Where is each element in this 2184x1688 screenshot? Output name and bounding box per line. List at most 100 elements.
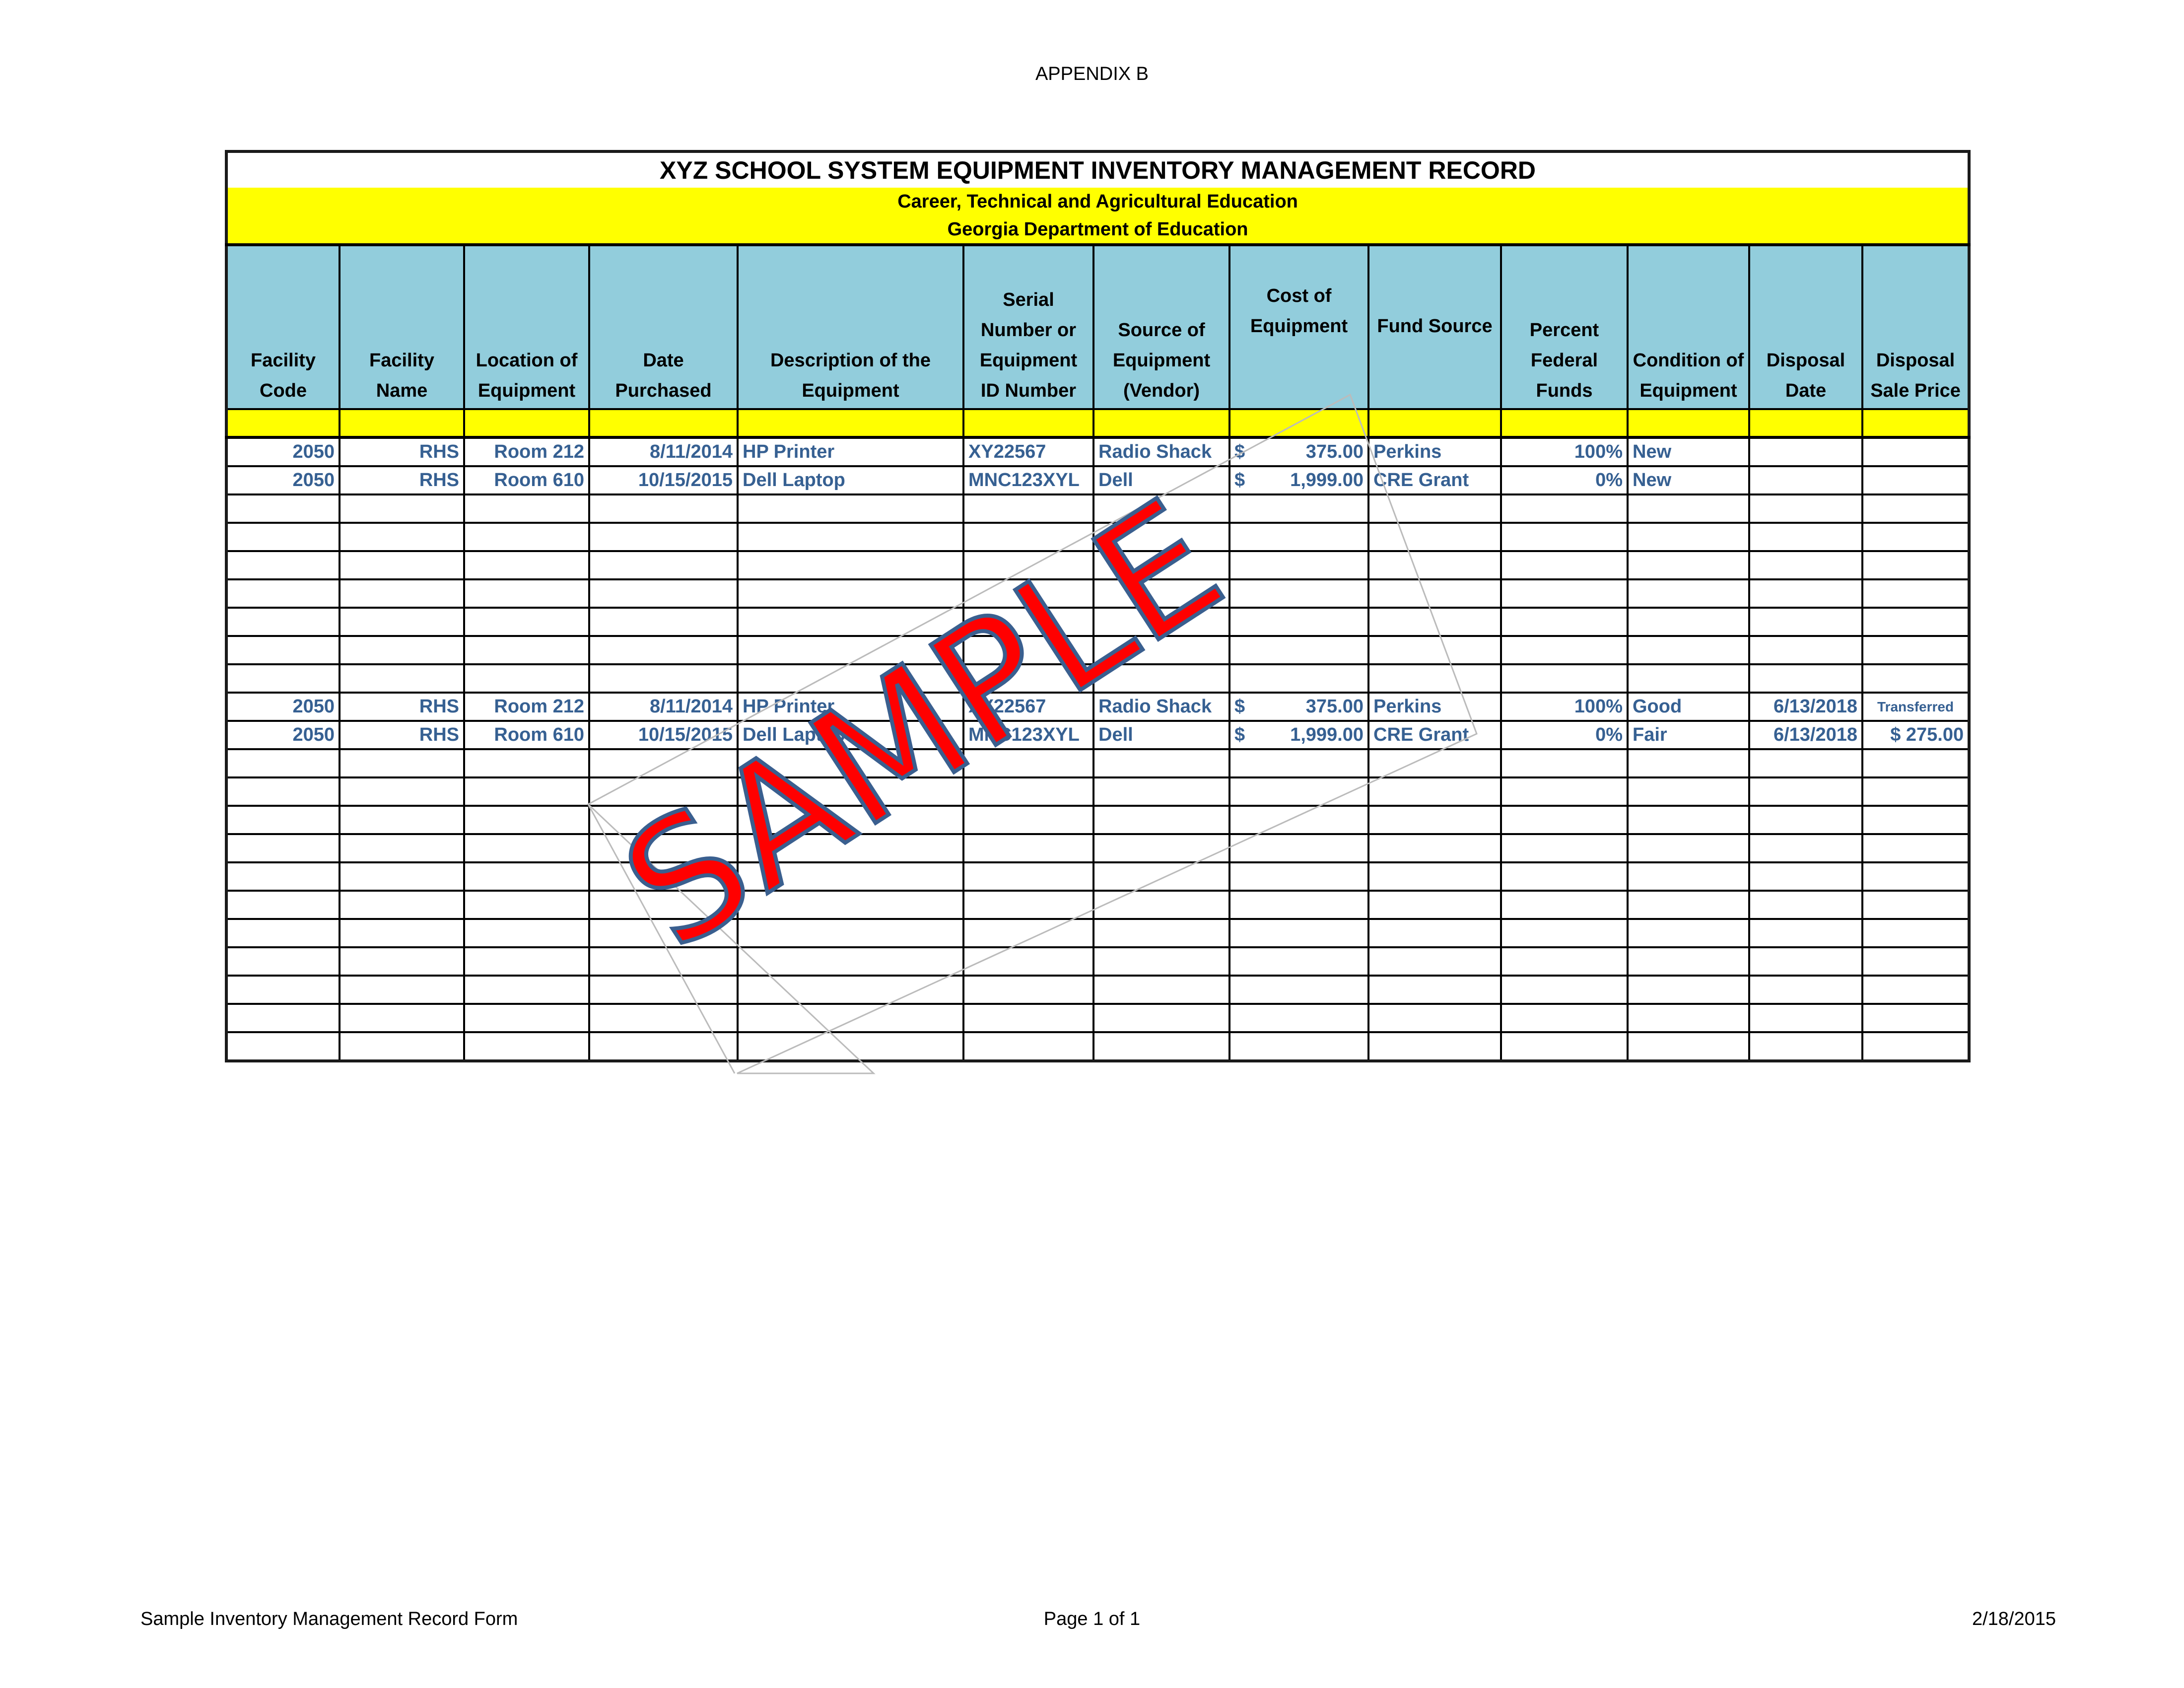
cell-condition[interactable] [1627, 522, 1750, 552]
cell-location[interactable] [463, 748, 590, 778]
cell-facility-code[interactable]: 2050 [225, 465, 341, 495]
cell-date-purchased[interactable] [588, 607, 739, 637]
cell-serial[interactable] [962, 607, 1094, 637]
cell-percent-federal[interactable] [1500, 918, 1629, 948]
cell-percent-federal[interactable]: 0% [1500, 465, 1629, 495]
cell-fund-source[interactable] [1367, 663, 1502, 694]
cell-date-purchased[interactable] [588, 918, 739, 948]
cell-disposal-date[interactable]: 6/13/2018 [1748, 692, 1863, 722]
cell-condition[interactable] [1627, 578, 1750, 609]
cell-cost[interactable]: $1,999.00 [1228, 465, 1369, 495]
cell-percent-federal[interactable] [1500, 861, 1629, 892]
cell-serial[interactable] [962, 776, 1094, 807]
cell-vendor[interactable]: Dell [1092, 720, 1230, 750]
cell-cost[interactable] [1228, 550, 1369, 580]
cell-condition[interactable] [1627, 805, 1750, 835]
cell-serial[interactable]: MNC123XYL [962, 720, 1094, 750]
cell-description[interactable] [737, 946, 964, 977]
cell-serial[interactable] [962, 833, 1094, 863]
cell-fund-source[interactable] [1367, 607, 1502, 637]
cell-percent-federal[interactable] [1500, 1031, 1629, 1062]
cell-description[interactable] [737, 918, 964, 948]
cell-date-purchased[interactable]: 8/11/2014 [588, 436, 739, 467]
cell-cost[interactable] [1228, 805, 1369, 835]
cell-vendor[interactable]: Radio Shack [1092, 436, 1230, 467]
cell-disposal-price[interactable] [1861, 578, 1971, 609]
cell-facility-name[interactable] [339, 493, 465, 524]
cell-percent-federal[interactable] [1500, 833, 1629, 863]
cell-location[interactable] [463, 635, 590, 665]
cell-facility-code[interactable] [225, 1003, 341, 1033]
cell-disposal-date[interactable] [1748, 946, 1863, 977]
cell-facility-name[interactable] [339, 635, 465, 665]
cell-facility-code[interactable]: 2050 [225, 436, 341, 467]
cell-fund-source[interactable] [1367, 918, 1502, 948]
cell-disposal-price[interactable] [1861, 493, 1971, 524]
cell-vendor[interactable] [1092, 776, 1230, 807]
cell-location[interactable] [463, 776, 590, 807]
cell-fund-source[interactable] [1367, 522, 1502, 552]
cell-cost[interactable] [1228, 635, 1369, 665]
cell-vendor[interactable] [1092, 635, 1230, 665]
cell-condition[interactable] [1627, 918, 1750, 948]
cell-disposal-price[interactable]: Transferred [1861, 692, 1971, 722]
cell-date-purchased[interactable] [588, 663, 739, 694]
cell-fund-source[interactable] [1367, 975, 1502, 1005]
cell-fund-source[interactable] [1367, 748, 1502, 778]
cell-disposal-date[interactable] [1748, 522, 1863, 552]
cell-condition[interactable] [1627, 748, 1750, 778]
cell-fund-source[interactable]: CRE Grant [1367, 465, 1502, 495]
cell-condition[interactable] [1627, 1031, 1750, 1062]
cell-disposal-price[interactable] [1861, 663, 1971, 694]
cell-fund-source[interactable]: CRE Grant [1367, 720, 1502, 750]
cell-cost[interactable] [1228, 975, 1369, 1005]
cell-condition[interactable]: New [1627, 465, 1750, 495]
cell-percent-federal[interactable] [1500, 663, 1629, 694]
cell-percent-federal[interactable] [1500, 946, 1629, 977]
cell-disposal-price[interactable] [1861, 1003, 1971, 1033]
cell-date-purchased[interactable] [588, 493, 739, 524]
cell-facility-code[interactable] [225, 663, 341, 694]
cell-description[interactable] [737, 663, 964, 694]
cell-facility-code[interactable]: 2050 [225, 692, 341, 722]
cell-serial[interactable] [962, 635, 1094, 665]
cell-disposal-price[interactable] [1861, 975, 1971, 1005]
cell-facility-name[interactable] [339, 861, 465, 892]
cell-facility-code[interactable] [225, 890, 341, 920]
cell-facility-code[interactable] [225, 776, 341, 807]
cell-fund-source[interactable]: Perkins [1367, 436, 1502, 467]
cell-description[interactable] [737, 975, 964, 1005]
cell-location[interactable] [463, 522, 590, 552]
cell-cost[interactable] [1228, 890, 1369, 920]
cell-location[interactable]: Room 610 [463, 720, 590, 750]
cell-facility-name[interactable]: RHS [339, 692, 465, 722]
cell-date-purchased[interactable] [588, 975, 739, 1005]
cell-facility-name[interactable] [339, 663, 465, 694]
cell-fund-source[interactable] [1367, 1031, 1502, 1062]
cell-percent-federal[interactable] [1500, 1003, 1629, 1033]
cell-disposal-price[interactable] [1861, 918, 1971, 948]
cell-date-purchased[interactable] [588, 833, 739, 863]
cell-description[interactable] [737, 861, 964, 892]
cell-serial[interactable] [962, 493, 1094, 524]
cell-disposal-date[interactable] [1748, 1003, 1863, 1033]
cell-condition[interactable]: Good [1627, 692, 1750, 722]
cell-description[interactable]: Dell Laptop [737, 720, 964, 750]
cell-cost[interactable] [1228, 861, 1369, 892]
cell-disposal-date[interactable] [1748, 1031, 1863, 1062]
cell-date-purchased[interactable]: 8/11/2014 [588, 692, 739, 722]
cell-cost[interactable]: $375.00 [1228, 436, 1369, 467]
cell-cost[interactable] [1228, 522, 1369, 552]
cell-disposal-date[interactable]: 6/13/2018 [1748, 720, 1863, 750]
cell-condition[interactable] [1627, 1003, 1750, 1033]
cell-cost[interactable] [1228, 663, 1369, 694]
cell-disposal-date[interactable] [1748, 890, 1863, 920]
cell-condition[interactable] [1627, 833, 1750, 863]
cell-cost[interactable] [1228, 833, 1369, 863]
cell-disposal-date[interactable] [1748, 918, 1863, 948]
cell-serial[interactable] [962, 918, 1094, 948]
cell-vendor[interactable] [1092, 550, 1230, 580]
cell-serial[interactable] [962, 522, 1094, 552]
cell-condition[interactable] [1627, 635, 1750, 665]
cell-percent-federal[interactable] [1500, 578, 1629, 609]
